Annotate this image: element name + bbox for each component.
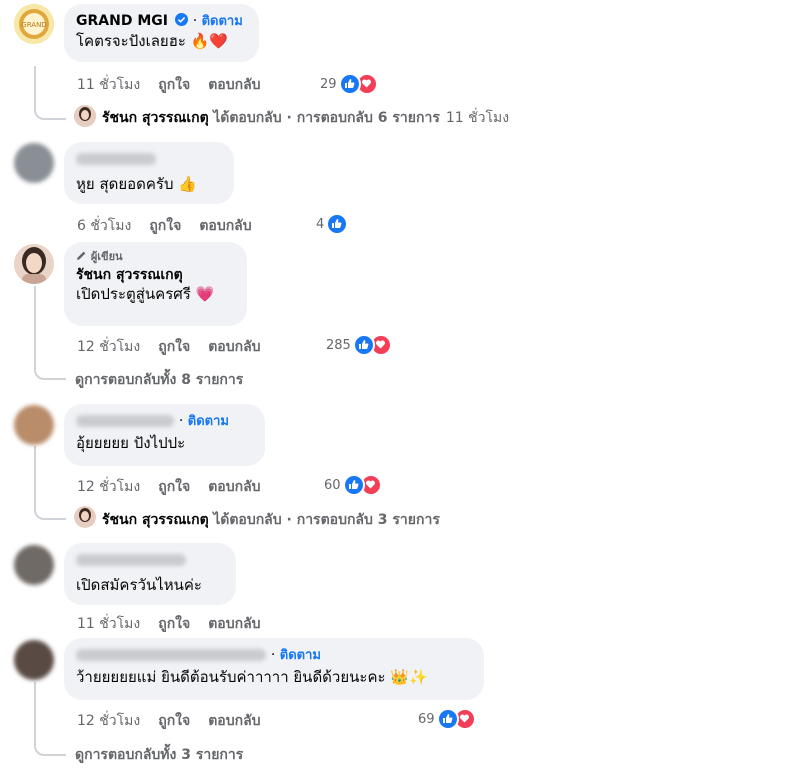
reaction-count[interactable]: 29 <box>320 73 378 95</box>
svg-text:GRAND: GRAND <box>21 21 46 29</box>
grand-logo-icon: GRAND <box>14 4 54 44</box>
pencil-icon <box>77 251 86 260</box>
like-button[interactable]: ถูกใจ <box>158 476 190 498</box>
comment-text: เปิดสมัครวันไหนค่ะ <box>76 576 202 594</box>
reply-button[interactable]: ตอบกลับ <box>208 710 260 732</box>
avatar[interactable] <box>14 244 54 284</box>
avatar[interactable] <box>14 545 54 585</box>
follow-button[interactable]: ติดตาม <box>280 648 321 663</box>
comment-time[interactable]: 11 ชั่วโมง <box>77 613 140 635</box>
avatar[interactable] <box>14 143 54 183</box>
reply-button[interactable]: ตอบกลับ <box>208 476 260 498</box>
reply-button[interactable]: ตอบกลับ <box>199 215 251 237</box>
comment-author-hidden <box>76 551 224 569</box>
reaction-count[interactable]: 60 <box>324 474 382 496</box>
comment-bubble: GRAND MGI · ติดตาม โคตรจะปังเลยฮะ 🔥❤️ <box>64 4 259 62</box>
comment-bubble: · ติดตาม อุ้ยยยยย ปังไปปะ <box>64 404 265 466</box>
reply-button[interactable]: ตอบกลับ <box>208 613 260 635</box>
reply-thread-line <box>34 446 66 520</box>
reply-button[interactable]: ตอบกลับ <box>208 336 260 358</box>
follow-button[interactable]: ติดตาม <box>202 14 243 29</box>
comment-text: เปิดประตูสู่นครศรี <box>76 285 191 303</box>
reply-avatar[interactable] <box>74 105 96 127</box>
comment-bubble: · ติดตาม ว้ายยยยยแม่ ยินดีต้อนรับค่าาาาา… <box>64 638 484 700</box>
like-reaction-icon <box>352 334 375 356</box>
comment-text: หูย สุดยอดครับ <box>76 175 174 193</box>
comment-emoji: 💗 <box>195 285 215 303</box>
comment-emoji: 🔥❤️ <box>190 32 229 50</box>
reply-summary[interactable]: รัชนก สุวรรณเกตุ ได้ตอบกลับ · การตอบกลับ… <box>102 107 509 129</box>
comment-text: ว้ายยยยยแม่ ยินดีต้อนรับค่าาาาา ยินดีด้ว… <box>76 668 386 686</box>
comment-emoji: 👑✨ <box>390 668 428 686</box>
comment-time[interactable]: 6 ชั่วโมง <box>77 215 131 237</box>
author-badge: ผู้เขียน <box>76 250 235 264</box>
comment-text: โคตรจะปังเลยฮะ <box>76 32 186 50</box>
reply-count: ได้ตอบกลับ · การตอบกลับ 6 รายการ <box>213 110 440 126</box>
comment-author[interactable]: GRAND MGI <box>76 13 168 29</box>
like-reaction-icon <box>342 474 365 496</box>
comment-author[interactable]: รัชนก สุวรรณเกตุ <box>76 266 235 284</box>
avatar[interactable] <box>14 405 54 445</box>
view-all-replies-link[interactable]: ดูการตอบกลับทั้ง 8 รายการ <box>75 369 243 391</box>
reaction-number: 60 <box>324 477 341 493</box>
follow-button[interactable]: ติดตาม <box>188 414 229 429</box>
reply-thread-line <box>34 682 66 756</box>
like-button[interactable]: ถูกใจ <box>149 215 181 237</box>
reaction-number: 69 <box>418 711 435 727</box>
reply-avatar[interactable] <box>74 506 96 528</box>
like-button[interactable]: ถูกใจ <box>158 613 190 635</box>
reply-thread-line <box>34 286 66 380</box>
reply-author: รัชนก สุวรรณเกตุ <box>102 512 209 528</box>
like-reaction-icon <box>436 708 459 730</box>
comment-time[interactable]: 11 ชั่วโมง <box>77 74 140 96</box>
comment-emoji: 👍 <box>178 175 197 193</box>
like-button[interactable]: ถูกใจ <box>158 74 190 96</box>
reaction-number: 29 <box>320 76 337 92</box>
like-reaction-icon <box>338 73 361 95</box>
comment-time[interactable]: 12 ชั่วโมง <box>77 476 140 498</box>
like-button[interactable]: ถูกใจ <box>158 710 190 732</box>
reply-button[interactable]: ตอบกลับ <box>208 74 260 96</box>
comment-bubble: หูย สุดยอดครับ 👍 <box>64 142 234 204</box>
comment-text: อุ้ยยยยย ปังไปปะ <box>76 434 186 452</box>
comment-author-hidden <box>76 415 174 427</box>
comment-bubble: เปิดสมัครวันไหนค่ะ <box>64 543 236 605</box>
like-button[interactable]: ถูกใจ <box>158 336 190 358</box>
like-reaction-icon <box>326 213 349 235</box>
comment-author-hidden <box>76 150 222 168</box>
avatar[interactable] <box>14 640 54 680</box>
view-all-replies-link[interactable]: ดูการตอบกลับทั้ง 3 รายการ <box>75 744 243 766</box>
reaction-count[interactable]: 69 <box>418 708 476 730</box>
avatar[interactable]: GRAND <box>14 4 54 44</box>
reaction-number: 4 <box>316 216 325 232</box>
reply-time: 11 ชั่วโมง <box>445 110 510 126</box>
reply-thread-line <box>34 66 66 120</box>
reaction-count[interactable]: 4 <box>316 213 349 235</box>
reply-count: ได้ตอบกลับ · การตอบกลับ 3 รายการ <box>213 512 440 528</box>
comment-author-hidden <box>76 649 266 661</box>
reply-author: รัชนก สุวรรณเกตุ <box>102 110 209 126</box>
reaction-number: 285 <box>326 337 351 353</box>
reaction-count[interactable]: 285 <box>326 334 392 356</box>
comment-time[interactable]: 12 ชั่วโมง <box>77 710 140 732</box>
reply-summary[interactable]: รัชนก สุวรรณเกตุ ได้ตอบกลับ · การตอบกลับ… <box>102 509 440 531</box>
comment-time[interactable]: 12 ชั่วโมง <box>77 336 140 358</box>
comment-bubble: ผู้เขียน รัชนก สุวรรณเกตุ เปิดประตูสู่นค… <box>64 242 247 326</box>
verified-badge-icon <box>174 13 188 26</box>
